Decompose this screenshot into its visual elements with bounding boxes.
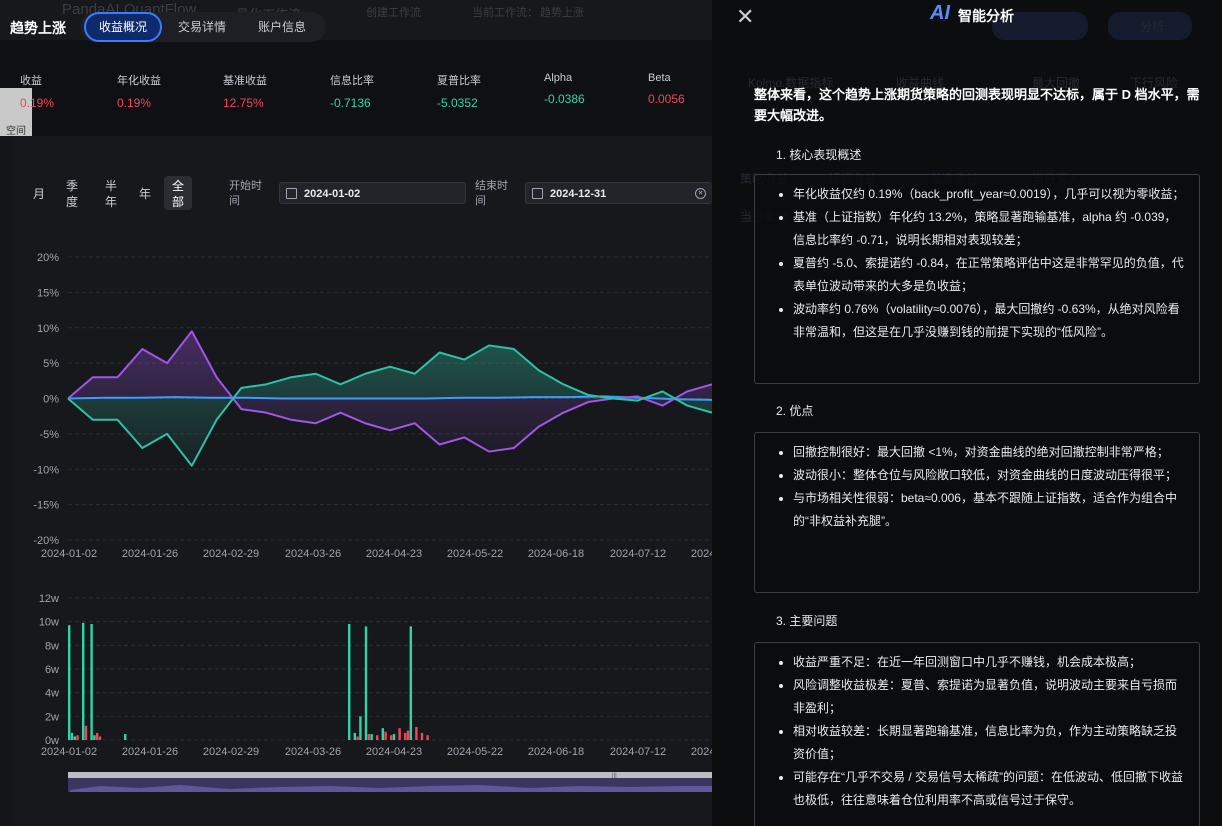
bar: [370, 734, 373, 740]
x-tick-label: 2024-07-12: [610, 548, 666, 560]
ai-panel-title: 智能分析: [958, 8, 1014, 24]
list-item: 收益严重不足：在近一年回测窗口中几乎不赚钱，机会成本极高；: [793, 651, 1185, 674]
bar: [98, 736, 102, 740]
y-tick-label: 2w: [45, 711, 59, 723]
y-tick-label: -20%: [33, 535, 59, 547]
bar: [93, 735, 96, 740]
bar: [82, 622, 85, 740]
bar: [426, 735, 429, 740]
list-item: 夏普约 -5.0、索提诺约 -0.84，在正常策略评估中这是非常罕见的负值，代表…: [793, 252, 1185, 298]
y-tick-label: -10%: [33, 464, 59, 476]
y-tick-label: 6w: [45, 664, 59, 676]
bar: [356, 736, 359, 740]
bar: [406, 730, 410, 740]
bar: [359, 716, 362, 740]
y-tick-label: 5%: [43, 358, 59, 370]
bar: [90, 624, 93, 740]
y-tick-label: -15%: [33, 500, 59, 512]
list-item: 可能存在“几乎不交易 / 交易信号太稀疏”的问题：在低波动、低回撤下收益也极低，…: [793, 766, 1185, 812]
section-card-pros: 回撤控制很好：最大回撤 <1%，对资金曲线的绝对回撤控制非常严格； 波动很小：整…: [754, 432, 1200, 593]
x-tick-label: 2024-03-26: [285, 746, 341, 758]
ghost-analyze-label: 分析: [1140, 20, 1165, 34]
close-icon[interactable]: ✕: [736, 4, 754, 30]
x-tick-label: 2024-04-23: [366, 746, 422, 758]
bar: [384, 731, 387, 740]
x-tick-label: 2024-08-07: [691, 746, 712, 758]
bar: [76, 735, 79, 740]
x-tick-label: 2024-06-18: [528, 548, 584, 560]
x-tick-label: 2024-01-26: [122, 548, 178, 560]
list-item: 基准（上证指数）年化约 13.2%，策略显著跑输基准，alpha 约 -0.03…: [793, 206, 1185, 252]
y-tick-label: 4w: [45, 688, 59, 700]
y-tick-label: 8w: [45, 640, 59, 652]
x-tick-label: 2024-01-02: [41, 548, 97, 560]
list-item: 与市场相关性很弱：beta≈0.006，基本不跟随上证指数，适合作为组合中的“非…: [793, 487, 1185, 533]
analysis-intro: 整体来看，这个趋势上涨期货策略的回测表现明显不达标，属于 D 档水平，需要大幅改…: [754, 87, 1200, 123]
bar: [68, 625, 71, 740]
list-item: 回撤控制很好：最大回撤 <1%，对资金曲线的绝对回撤控制非常严格；: [793, 441, 1185, 464]
x-tick-label: 2024-02-29: [203, 746, 259, 758]
x-tick-label: 2024-06-18: [528, 746, 584, 758]
x-tick-label: 2024-05-22: [447, 548, 503, 560]
y-tick-label: 10%: [37, 323, 59, 335]
y-tick-label: 20%: [37, 252, 59, 264]
x-tick-label: 2024-05-22: [447, 746, 503, 758]
x-tick-label: 2024-07-12: [610, 746, 666, 758]
bar: [390, 735, 393, 740]
bar: [404, 732, 407, 740]
x-tick-label: 2024-02-29: [203, 548, 259, 560]
bar: [353, 732, 356, 740]
list-item: 年化收益仅约 0.19%（back_profit_year≈0.0019），几乎…: [793, 183, 1185, 206]
section-title-issues: 3. 主要问题: [776, 614, 838, 628]
x-tick-label: 2024-03-26: [285, 548, 341, 560]
y-tick-label: 0%: [43, 394, 59, 406]
ai-logo: AI: [930, 2, 950, 24]
x-tick-label: 2024-01-02: [41, 746, 97, 758]
list-item: 波动率约 0.76%（volatility≈0.0076），最大回撤约 -0.6…: [793, 298, 1185, 344]
ai-analysis-panel: 分析 Kolmo.数据指标 收益曲线 最大回撤 下行风险 策略收益 超额收益 基…: [712, 0, 1222, 826]
bar: [420, 732, 424, 740]
bar: [124, 734, 127, 740]
bar: [415, 726, 418, 740]
bar: [409, 626, 412, 740]
bar: [367, 734, 370, 740]
list-item: 风险调整收益极差：夏普、索提诺为显著负值，说明波动主要来自亏损而非盈利；: [793, 674, 1185, 720]
x-tick-label: 2024-01-26: [122, 746, 178, 758]
bar: [364, 626, 368, 740]
y-tick-label: 10w: [39, 617, 59, 629]
zoom-slider[interactable]: |||: [68, 772, 712, 792]
bar: [398, 728, 401, 740]
bar: [376, 735, 379, 740]
bar: [96, 732, 99, 740]
section-title-pros: 2. 优点: [776, 404, 814, 418]
bar: [70, 732, 74, 740]
return-charts: 20% 15% 10% 5% 0% -5% -10% -15% -20% 2024-01-02 2…: [33, 252, 712, 792]
bar: [348, 624, 351, 740]
list-item: 相对收益较差：长期显著跑输基准，信息比率为负，作为主动策略缺乏投资价值；: [793, 720, 1185, 766]
bar: [84, 725, 88, 740]
y-tick-label: 12w: [39, 593, 59, 605]
x-tick-label: 2024-08-07: [691, 548, 712, 560]
bar: [381, 728, 384, 740]
section-title-core: 1. 核心表现概述: [776, 148, 862, 162]
list-item: 波动很小：整体仓位与风险敞口较低，对资金曲线的日度波动压得很平；: [793, 464, 1185, 487]
section-card-core: 年化收益仅约 0.19%（back_profit_year≈0.0019），几乎…: [754, 174, 1200, 384]
y-tick-label: 15%: [37, 287, 59, 299]
zoom-slider-grip[interactable]: |||: [612, 773, 617, 779]
bar: [392, 734, 396, 740]
x-tick-label: 2024-04-23: [366, 548, 422, 560]
y-tick-label: -5%: [39, 429, 59, 441]
bar: [73, 736, 76, 740]
section-card-issues: 收益严重不足：在近一年回测窗口中几乎不赚钱，机会成本极高； 风险调整收益极差：夏…: [754, 642, 1200, 826]
